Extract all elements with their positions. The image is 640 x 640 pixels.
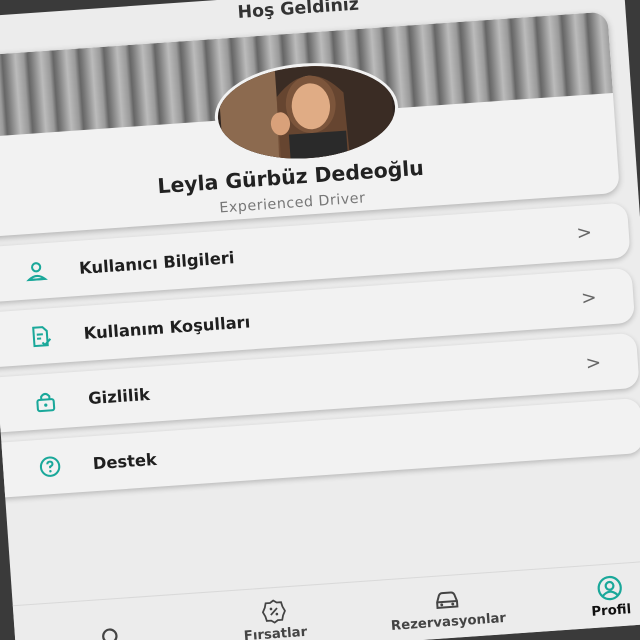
bottom-nav: Fırsatlar Rezervasyonlar Profil xyxy=(12,559,640,640)
chevron-right-icon: > xyxy=(575,221,593,245)
settings-menu: Kullanıcı Bilgileri > Kullanım Koşulları… xyxy=(0,202,640,509)
chevron-right-icon: > xyxy=(584,352,602,375)
nav-label: Profil xyxy=(590,601,632,620)
lock-icon xyxy=(32,388,58,414)
profile-card: Leyla Gürbüz Dedeoğlu Experienced Driver xyxy=(0,11,620,239)
document-check-icon xyxy=(28,323,54,349)
menu-item-label: Destek xyxy=(92,449,158,474)
search-icon xyxy=(102,628,123,640)
car-icon xyxy=(436,591,459,609)
nav-label: Fırsatlar xyxy=(243,624,308,640)
nav-item-search[interactable] xyxy=(45,620,179,640)
user-icon xyxy=(23,258,49,284)
chevron-right-icon: > xyxy=(580,286,598,310)
menu-item-label: Kullanım Koşulları xyxy=(83,312,251,344)
discount-badge-icon xyxy=(261,599,286,624)
app-screen: Hoş Geldiniz Leyla Gürbüz Dedeoğlu Exper… xyxy=(0,0,640,640)
nav-item-profile[interactable]: Profil xyxy=(543,570,640,623)
profile-icon xyxy=(597,575,622,601)
menu-item-label: Gizlilik xyxy=(87,384,151,409)
nav-item-deals[interactable]: Fırsatlar xyxy=(207,594,342,640)
menu-item-label: Kullanıcı Bilgileri xyxy=(78,247,236,279)
nav-label: Rezervasyonlar xyxy=(390,610,507,635)
nav-item-reservations[interactable]: Rezervasyonlar xyxy=(380,582,515,635)
help-circle-icon xyxy=(37,454,63,480)
